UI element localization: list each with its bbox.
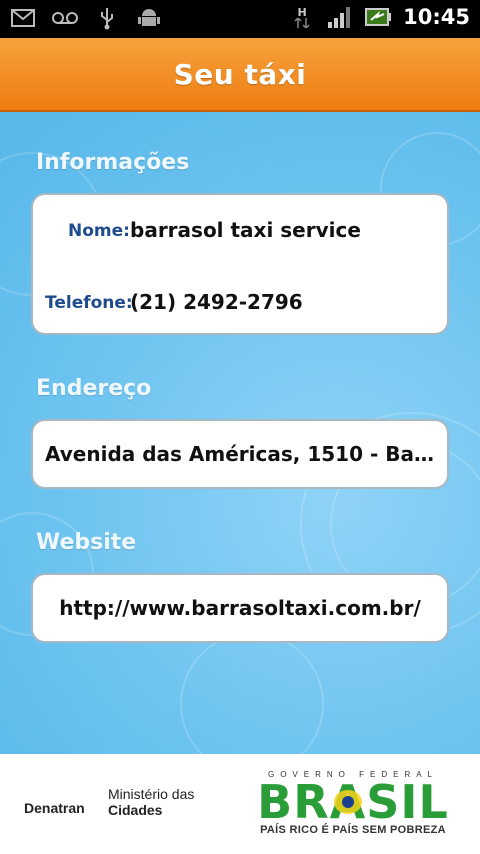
governo-federal-label: GOVERNO FEDERAL bbox=[267, 770, 438, 779]
gov-slogan: PAÍS RICO É PAÍS SEM POBREZA bbox=[260, 824, 446, 836]
voicemail-icon bbox=[52, 6, 78, 30]
name-value: barrasol taxi service bbox=[130, 218, 361, 242]
network-activity-icon: H bbox=[289, 5, 315, 29]
info-card: Nome: barrasol taxi service Telefone: (2… bbox=[31, 193, 449, 335]
ministerio-line2: Cidades bbox=[108, 802, 163, 818]
website-section-title: Website bbox=[36, 530, 137, 555]
status-bar: H 10:45 bbox=[0, 0, 480, 38]
signal-icon bbox=[327, 5, 353, 29]
address-section-title: Endereço bbox=[36, 376, 152, 401]
title-bar: Seu táxi bbox=[0, 38, 480, 112]
main-content: Informações Nome: barrasol taxi service … bbox=[0, 112, 480, 754]
address-card[interactable]: Avenida das Américas, 1510 - Barra d... bbox=[31, 419, 449, 489]
phone-label: Telefone: bbox=[45, 293, 133, 313]
ministerio-logo: Ministério das Cidades bbox=[108, 786, 194, 818]
name-label: Nome: bbox=[68, 221, 130, 241]
usb-icon bbox=[94, 6, 120, 30]
website-link[interactable]: http://www.barrasoltaxi.com.br/ bbox=[59, 596, 421, 620]
gmail-icon bbox=[10, 6, 36, 30]
info-section-title: Informações bbox=[36, 150, 190, 175]
denatran-logo: Denatran bbox=[24, 800, 85, 816]
brasil-logo: BRASIL bbox=[257, 780, 448, 824]
website-card[interactable]: http://www.barrasoltaxi.com.br/ bbox=[31, 573, 449, 643]
background-bubble bbox=[180, 632, 324, 754]
footer: Denatran Ministério das Cidades GOVERNO … bbox=[0, 754, 480, 854]
android-debug-icon bbox=[136, 6, 162, 30]
battery-charging-icon bbox=[365, 5, 392, 29]
address-value: Avenida das Américas, 1510 - Barra d... bbox=[45, 442, 435, 466]
ministerio-line1: Ministério das bbox=[108, 786, 195, 802]
brasil-flag-globe bbox=[342, 796, 354, 808]
clock: 10:45 bbox=[403, 5, 470, 29]
page-title: Seu táxi bbox=[173, 57, 307, 91]
phone-value[interactable]: (21) 2492-2796 bbox=[130, 290, 303, 314]
network-type-label: H bbox=[297, 5, 307, 19]
